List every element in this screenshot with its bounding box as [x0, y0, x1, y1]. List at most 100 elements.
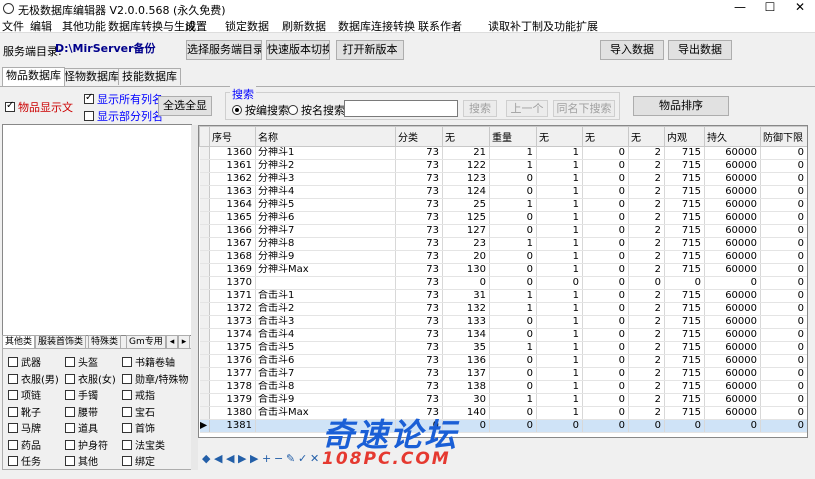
table-cell[interactable]: 136: [442, 354, 490, 368]
table-cell[interactable]: 0: [760, 250, 807, 264]
table-cell[interactable]: 1: [536, 315, 583, 329]
category-checkbox[interactable]: 任务: [8, 453, 41, 468]
table-cell[interactable]: 1: [489, 198, 537, 212]
table-cell[interactable]: 1: [536, 393, 583, 407]
table-cell[interactable]: 0: [760, 185, 807, 199]
data-grid[interactable]: 序号 名称 分类无重量无无无内观 持久 防御下限 1360 分神斗1 73 21 1 1 0 2 715…: [198, 125, 808, 438]
table-cell[interactable]: 2: [628, 237, 665, 251]
table-row[interactable]: 1380 合击斗Max 73 140 0 1 0 2 715 60000 0: [199, 406, 807, 420]
sync-text-checkbox[interactable]: 物品显示文: [5, 99, 73, 115]
table-cell[interactable]: 合击斗2: [255, 302, 396, 316]
table-cell[interactable]: 0: [442, 276, 490, 290]
table-cell[interactable]: 715: [664, 146, 705, 160]
table-cell[interactable]: 0: [582, 211, 629, 225]
table-cell[interactable]: 138: [442, 380, 490, 394]
import-data-button[interactable]: 导入数据: [600, 40, 664, 60]
select-all-button[interactable]: 全选全显: [158, 96, 212, 116]
table-cell[interactable]: 1: [489, 393, 537, 407]
table-cell[interactable]: 60000: [704, 263, 761, 277]
table-cell[interactable]: 715: [664, 341, 705, 355]
table-cell[interactable]: 60000: [704, 211, 761, 225]
table-cell[interactable]: 60000: [704, 289, 761, 303]
table-cell[interactable]: 0: [760, 159, 807, 173]
table-cell[interactable]: 0: [489, 211, 537, 225]
table-cell[interactable]: 715: [664, 211, 705, 225]
table-cell[interactable]: 60000: [704, 159, 761, 173]
table-cell[interactable]: 1376: [209, 354, 256, 368]
table-cell[interactable]: 1: [536, 237, 583, 251]
prior-icon[interactable]: ◀: [226, 452, 234, 465]
table-cell[interactable]: 60000: [704, 315, 761, 329]
table-cell[interactable]: 分神斗5: [255, 198, 396, 212]
table-cell[interactable]: 0: [582, 341, 629, 355]
table-cell[interactable]: 2: [628, 406, 665, 420]
table-cell[interactable]: 60000: [704, 237, 761, 251]
table-cell[interactable]: 73: [395, 159, 443, 173]
category-checkbox[interactable]: 头盔: [65, 354, 98, 369]
show-spec-cols-checkbox[interactable]: 显示部分列名: [84, 108, 163, 124]
table-cell[interactable]: 73: [395, 341, 443, 355]
table-cell[interactable]: 2: [628, 159, 665, 173]
table-cell[interactable]: 1: [536, 354, 583, 368]
table-cell[interactable]: 1: [536, 224, 583, 238]
table-cell[interactable]: 0: [760, 302, 807, 316]
table-cell[interactable]: 2: [628, 198, 665, 212]
tab-other[interactable]: 其他类: [2, 335, 36, 349]
show-all-cols-checkbox[interactable]: 显示所有列名: [84, 91, 163, 107]
tab-scroll-left-icon[interactable]: ◂: [166, 335, 178, 349]
table-cell[interactable]: 0: [489, 315, 537, 329]
table-cell[interactable]: 73: [395, 328, 443, 342]
table-cell[interactable]: 60000: [704, 328, 761, 342]
row-indicator[interactable]: [199, 289, 210, 303]
table-cell[interactable]: 73: [395, 146, 443, 160]
table-cell[interactable]: 2: [628, 302, 665, 316]
quick-switch-button[interactable]: 快速版本切换: [266, 40, 330, 60]
row-indicator[interactable]: [199, 198, 210, 212]
table-cell[interactable]: 133: [442, 315, 490, 329]
table-cell[interactable]: 1375: [209, 341, 256, 355]
column-header[interactable]: 重量: [489, 126, 537, 147]
table-cell[interactable]: 715: [664, 302, 705, 316]
table-cell[interactable]: 715: [664, 289, 705, 303]
menu-edit[interactable]: 编辑: [30, 18, 52, 34]
menu-conn-convert[interactable]: 数据库连接转换: [338, 18, 415, 34]
table-cell[interactable]: 分神斗Max: [255, 263, 396, 277]
row-indicator[interactable]: [199, 406, 210, 420]
table-cell[interactable]: 1: [536, 367, 583, 381]
table-row[interactable]: 1363 分神斗4 73 124 0 1 0 2 715 60000 0: [199, 185, 807, 199]
table-cell[interactable]: 715: [664, 237, 705, 251]
row-indicator[interactable]: [199, 237, 210, 251]
table-cell[interactable]: 73: [395, 224, 443, 238]
row-indicator[interactable]: [199, 315, 210, 329]
column-header[interactable]: 内观: [664, 126, 705, 147]
table-cell[interactable]: 60000: [704, 172, 761, 186]
table-row[interactable]: 1366 分神斗7 73 127 0 1 0 2 715 60000 0: [199, 224, 807, 238]
table-cell[interactable]: 分神斗3: [255, 172, 396, 186]
table-cell[interactable]: 0: [582, 315, 629, 329]
table-cell[interactable]: 分神斗1: [255, 146, 396, 160]
table-cell[interactable]: 0: [704, 276, 761, 290]
table-cell[interactable]: 60000: [704, 185, 761, 199]
table-cell[interactable]: 合击斗7: [255, 367, 396, 381]
table-cell[interactable]: 73: [395, 393, 443, 407]
category-checkbox[interactable]: 手镯: [65, 387, 98, 402]
menu-patch[interactable]: 读取补丁制及功能扩展: [488, 18, 598, 34]
row-indicator[interactable]: ▶: [199, 419, 210, 433]
sort-items-button[interactable]: 物品排序: [633, 96, 729, 116]
table-cell[interactable]: 0: [536, 419, 583, 433]
table-cell[interactable]: 73: [395, 250, 443, 264]
table-row[interactable]: 1361 分神斗2 73 122 1 1 0 2 715 60000 0: [199, 159, 807, 173]
table-cell[interactable]: 0: [582, 367, 629, 381]
next-icon[interactable]: ▶: [238, 452, 246, 465]
table-cell[interactable]: 0: [760, 146, 807, 160]
table-cell[interactable]: 73: [395, 315, 443, 329]
item-list[interactable]: [2, 124, 192, 336]
minimize-button[interactable]: —: [725, 0, 755, 17]
table-row[interactable]: 1374 合击斗4 73 134 0 1 0 2 715 60000 0: [199, 328, 807, 342]
table-row[interactable]: 1367 分神斗8 73 23 1 1 0 2 715 60000 0: [199, 237, 807, 251]
table-cell[interactable]: 1366: [209, 224, 256, 238]
table-cell[interactable]: 125: [442, 211, 490, 225]
table-cell[interactable]: 0: [582, 237, 629, 251]
table-cell[interactable]: 31: [442, 289, 490, 303]
row-indicator[interactable]: [199, 263, 210, 277]
